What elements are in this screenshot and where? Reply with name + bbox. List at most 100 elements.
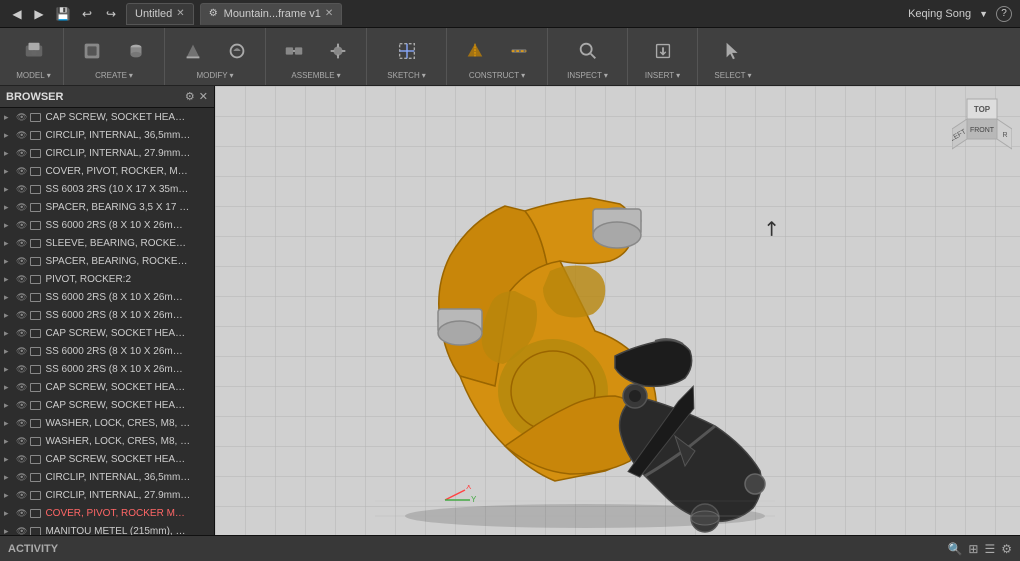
browser-item[interactable]: ▸ 👁 WASHER, LOCK, CRES, M8, 12,7... (0, 432, 214, 450)
browser-item[interactable]: ▸ 👁 SS 6000 2RS (8 X 10 X 26mm):5 (0, 342, 214, 360)
eye-toggle[interactable]: 👁 (16, 526, 27, 536)
select-icon[interactable] (713, 33, 753, 69)
eye-toggle[interactable]: 👁 (16, 418, 27, 429)
select-label[interactable]: SELECT ▾ (714, 71, 751, 80)
expand-arrow: ▸ (4, 526, 14, 536)
eye-toggle[interactable]: 👁 (16, 490, 27, 501)
viewport[interactable]: TOP LEFT FRONT R ↗ X Y (215, 86, 1020, 535)
sketch-label[interactable]: SKETCH ▾ (387, 71, 425, 80)
display-settings-icon[interactable]: ⚙ (1001, 542, 1012, 556)
create-box-icon[interactable] (72, 33, 112, 69)
browser-item-label: MANITOU METEL (215mm), 6 W... (45, 526, 190, 536)
save-icon[interactable]: 💾 (54, 5, 72, 23)
tab-mountain-frame[interactable]: ⚙ Mountain...frame v1 ✕ (200, 3, 343, 25)
browser-item[interactable]: ▸ 👁 WASHER, LOCK, CRES, M8, 12,7... (0, 414, 214, 432)
browser-item[interactable]: ▸ 👁 CIRCLIP, INTERNAL, 27.9mm OI... (0, 144, 214, 162)
eye-toggle[interactable]: 👁 (16, 346, 27, 357)
model-icon-main[interactable] (14, 33, 54, 69)
eye-toggle[interactable]: 👁 (16, 508, 27, 519)
browser-item[interactable]: ▸ 👁 CAP SCREW, SOCKET HEAD, CRI... (0, 108, 214, 126)
eye-toggle[interactable]: 👁 (16, 382, 27, 393)
eye-toggle[interactable]: 👁 (16, 112, 27, 123)
eye-toggle[interactable]: 👁 (16, 454, 27, 465)
browser-item[interactable]: ▸ 👁 CAP SCREW, SOCKET HEAD, CRI... (0, 450, 214, 468)
toolbar-group-select: SELECT ▾ (698, 28, 768, 85)
browser-item[interactable]: ▸ 👁 PIVOT, ROCKER:2 (0, 270, 214, 288)
browser-item[interactable]: ▸ 👁 SPACER, BEARING, ROCKER, MI... (0, 252, 214, 270)
eye-toggle[interactable]: 👁 (16, 166, 27, 177)
model-label[interactable]: MODEL ▾ (16, 71, 50, 80)
eye-toggle[interactable]: 👁 (16, 364, 27, 375)
forward-button[interactable]: ▶ (30, 5, 48, 23)
browser-item[interactable]: ▸ 👁 SS 6003 2RS (10 X 17 X 35mm)... (0, 180, 214, 198)
eye-toggle[interactable]: 👁 (16, 472, 27, 483)
fit-icon[interactable]: ⊞ (968, 542, 978, 556)
browser-item[interactable]: ▸ 👁 CAP SCREW, SOCKET HEAD, FLA... (0, 378, 214, 396)
expand-arrow: ▸ (4, 184, 14, 195)
browser-item[interactable]: ▸ 👁 CIRCLIP, INTERNAL, 27.9mm OI... (0, 486, 214, 504)
user-dropdown-arrow[interactable]: ▼ (979, 9, 988, 19)
eye-toggle[interactable]: 👁 (16, 310, 27, 321)
eye-toggle[interactable]: 👁 (16, 436, 27, 447)
modify-label[interactable]: MODIFY ▾ (196, 71, 233, 80)
assemble-label[interactable]: ASSEMBLE ▾ (291, 71, 340, 80)
eye-toggle[interactable]: 👁 (16, 256, 27, 267)
browser-item[interactable]: ▸ 👁 COVER, PIVOT, ROCKER M27,9... (0, 504, 214, 522)
browser-item[interactable]: ▸ 👁 CAP SCREW, SOCKET HEAD, FLA... (0, 396, 214, 414)
tab-mountain-frame-close[interactable]: ✕ (325, 8, 333, 19)
zoom-icon[interactable]: 🔍 (947, 542, 962, 556)
visibility-box (30, 293, 41, 302)
construct-icon1[interactable] (455, 33, 495, 69)
browser-item[interactable]: ▸ 👁 CAP SCREW, SOCKET HEAD, FLA... (0, 324, 214, 342)
eye-toggle[interactable]: 👁 (16, 148, 27, 159)
view-options-icon[interactable]: ☰ (984, 542, 995, 556)
browser-item[interactable]: ▸ 👁 CIRCLIP, INTERNAL, 36,5mm OI... (0, 468, 214, 486)
sketch-icon1[interactable] (387, 33, 427, 69)
toolbar-group-sketch: SKETCH ▾ (367, 28, 447, 85)
tab-untitled-close[interactable]: ✕ (176, 8, 184, 19)
browser-item[interactable]: ▸ 👁 SS 6000 2RS (8 X 10 X 26mm):4 (0, 306, 214, 324)
insert-label[interactable]: INSERT ▾ (645, 71, 680, 80)
eye-toggle[interactable]: 👁 (16, 328, 27, 339)
eye-toggle[interactable]: 👁 (16, 238, 27, 249)
browser-item[interactable]: ▸ 👁 MANITOU METEL (215mm), 6 W... (0, 522, 214, 535)
visibility-box (30, 311, 41, 320)
browser-item[interactable]: ▸ 👁 SS 6000 2RS (8 X 10 X 26mm):6 (0, 360, 214, 378)
browser-item-label: SS 6003 2RS (10 X 17 X 35mm)... (45, 184, 190, 195)
inspect-icon[interactable] (568, 33, 608, 69)
undo-icon[interactable]: ↩ (78, 5, 96, 23)
create-label[interactable]: CREATE ▾ (95, 71, 133, 80)
browser-item[interactable]: ▸ 👁 SS 6000 2RS (8 X 10 X 26mm):2 (0, 216, 214, 234)
browser-settings-icon[interactable]: ⚙ (185, 90, 195, 103)
tab-untitled[interactable]: Untitled ✕ (126, 3, 194, 25)
modify-icon2[interactable] (217, 33, 257, 69)
browser-item[interactable]: ▸ 👁 SPACER, BEARING 3,5 X 17 X 3C... (0, 198, 214, 216)
redo-icon[interactable]: ↪ (102, 5, 120, 23)
browser-close-icon[interactable]: ✕ (199, 90, 208, 103)
eye-toggle[interactable]: 👁 (16, 220, 27, 231)
create-cylinder-icon[interactable] (116, 33, 156, 69)
eye-toggle[interactable]: 👁 (16, 130, 27, 141)
eye-toggle[interactable]: 👁 (16, 202, 27, 213)
browser-item[interactable]: ▸ 👁 SLEEVE, BEARING, ROCKER, FWI... (0, 234, 214, 252)
visibility-box (30, 365, 41, 374)
construct-label[interactable]: CONSTRUCT ▾ (469, 71, 525, 80)
modify-icon1[interactable] (173, 33, 213, 69)
browser-item[interactable]: ▸ 👁 COVER, PIVOT, ROCKER, M27,9... (0, 162, 214, 180)
help-icon[interactable]: ? (996, 6, 1012, 22)
inspect-label[interactable]: INSPECT ▾ (567, 71, 608, 80)
eye-toggle[interactable]: 👁 (16, 184, 27, 195)
assemble-icon2[interactable] (318, 33, 358, 69)
eye-toggle[interactable]: 👁 (16, 274, 27, 285)
construct-icon2[interactable] (499, 33, 539, 69)
browser-item[interactable]: ▸ 👁 SS 6000 2RS (8 X 10 X 26mm):3 (0, 288, 214, 306)
activity-label: ACTIVITY (8, 543, 58, 555)
assemble-icon1[interactable] (274, 33, 314, 69)
eye-toggle[interactable]: 👁 (16, 400, 27, 411)
browser-item[interactable]: ▸ 👁 CIRCLIP, INTERNAL, 36,5mm OI... (0, 126, 214, 144)
insert-icon[interactable] (643, 33, 683, 69)
sketch-icons-row (387, 33, 427, 69)
view-cube[interactable]: TOP LEFT FRONT R (952, 94, 1012, 154)
eye-toggle[interactable]: 👁 (16, 292, 27, 303)
back-button[interactable]: ◀ (8, 5, 26, 23)
